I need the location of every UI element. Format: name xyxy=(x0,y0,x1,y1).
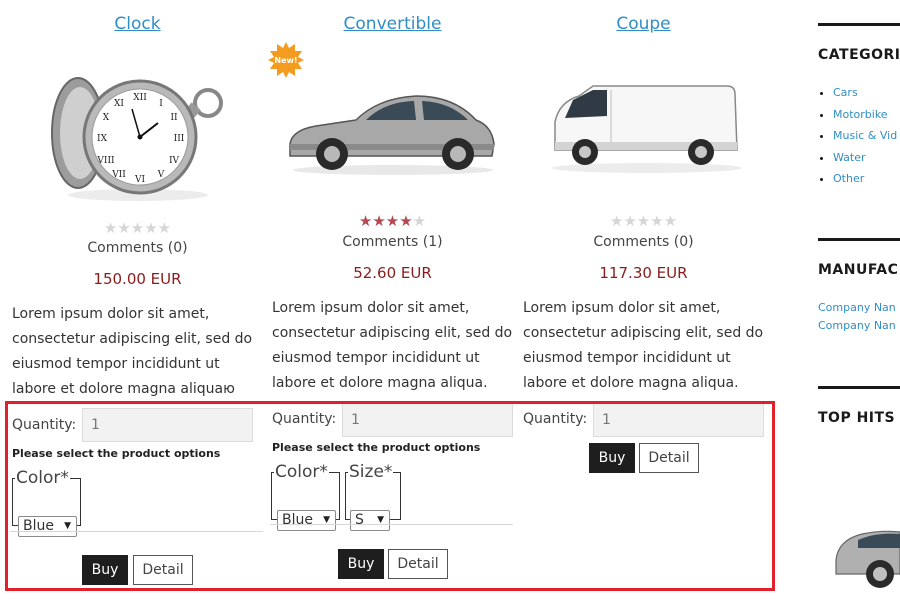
rating-stars: ★★★★★ xyxy=(270,212,515,230)
star-icon: ★ xyxy=(412,212,427,230)
svg-text:III: III xyxy=(174,134,185,144)
quantity-input[interactable] xyxy=(342,403,513,437)
divider xyxy=(10,531,263,532)
svg-text:I: I xyxy=(159,99,163,109)
divider xyxy=(818,386,900,389)
quantity-label: Quantity: xyxy=(12,417,77,433)
sidebar: CATEGORI Cars Motorbike Music & Vid Wate… xyxy=(818,0,900,600)
detail-button[interactable]: Detail xyxy=(388,549,448,579)
star-icon: ★ xyxy=(103,219,118,237)
category-link[interactable]: Other xyxy=(833,172,864,185)
buy-button[interactable]: Buy xyxy=(589,443,635,473)
product-title-link[interactable]: Coupe xyxy=(521,14,766,34)
dropdown-arrow-icon: ▼ xyxy=(377,515,384,525)
categories-list: Cars Motorbike Music & Vid Water Other xyxy=(818,82,897,190)
product-price: 117.30 EUR xyxy=(599,264,688,282)
comments-link[interactable]: Comments (0) xyxy=(521,234,766,250)
product-description: Lorem ipsum dolor sit amet, consectetur … xyxy=(272,300,513,391)
size-option-label: Size* xyxy=(349,462,393,482)
star-icon: ★ xyxy=(663,212,678,230)
color-option-label: Color* xyxy=(16,468,69,488)
star-icon: ★ xyxy=(144,219,158,237)
svg-text:VIII: VIII xyxy=(96,156,115,166)
comments-link[interactable]: Comments (1) xyxy=(270,234,515,250)
comments-link[interactable]: Comments (0) xyxy=(10,240,265,256)
detail-button[interactable]: Detail xyxy=(133,555,193,585)
rating-stars: ★★★★★ xyxy=(10,219,265,237)
list-item: Other xyxy=(833,168,897,190)
svg-text:X: X xyxy=(103,113,110,123)
star-icon: ★ xyxy=(609,212,624,230)
svg-text:XII: XII xyxy=(133,93,147,103)
svg-text:IX: IX xyxy=(97,134,108,144)
new-badge: New! xyxy=(268,42,304,78)
divider xyxy=(818,23,900,26)
svg-text:VII: VII xyxy=(111,170,126,180)
star-icon: ★ xyxy=(636,212,651,230)
top-hits-heading: TOP HITS I xyxy=(818,410,900,426)
quantity-label: Quantity: xyxy=(272,411,337,427)
color-option-group: Color* Blue ▼ xyxy=(12,468,81,537)
category-link[interactable]: Music & Vid xyxy=(833,129,897,142)
category-link[interactable]: Motorbike xyxy=(833,108,888,121)
color-option-label: Color* xyxy=(275,462,328,482)
size-select-value: S xyxy=(355,512,364,528)
size-select[interactable]: S ▼ xyxy=(350,510,390,531)
list-item: Motorbike xyxy=(833,104,897,126)
buy-button[interactable]: Buy xyxy=(82,555,128,585)
color-select[interactable]: Blue ▼ xyxy=(277,510,336,531)
options-note: Please select the product options xyxy=(272,441,481,454)
dropdown-arrow-icon: ▼ xyxy=(323,515,330,525)
list-item: Water xyxy=(833,147,897,169)
svg-text:V: V xyxy=(157,170,165,180)
quantity-input[interactable] xyxy=(82,408,253,442)
top-hit-car-image[interactable] xyxy=(818,510,900,590)
category-link[interactable]: Cars xyxy=(833,86,858,99)
product-description: Lorem ipsum dolor sit amet, consectetur … xyxy=(523,300,764,391)
product-title-link[interactable]: Convertible xyxy=(270,14,515,34)
color-select-value: Blue xyxy=(282,512,313,528)
star-icon: ★ xyxy=(130,219,145,237)
dropdown-arrow-icon: ▼ xyxy=(64,521,71,531)
rating-stars: ★★★★★ xyxy=(521,212,766,230)
divider xyxy=(270,524,513,525)
product-price: 150.00 EUR xyxy=(93,270,182,288)
star-icon: ★ xyxy=(650,212,664,230)
star-icon: ★ xyxy=(372,212,386,230)
star-icon: ★ xyxy=(623,212,637,230)
quantity-label: Quantity: xyxy=(523,411,588,427)
manufacturer-link[interactable]: Company Nan xyxy=(818,319,896,332)
product-title-link[interactable]: Clock xyxy=(10,14,265,34)
color-select[interactable]: Blue ▼ xyxy=(18,516,77,537)
svg-text:VI: VI xyxy=(134,175,145,185)
buy-button[interactable]: Buy xyxy=(338,549,384,579)
divider xyxy=(818,238,900,241)
svg-text:XI: XI xyxy=(114,99,124,109)
star-icon: ★ xyxy=(399,212,413,230)
star-icon: ★ xyxy=(358,212,373,230)
manufacturer-link[interactable]: Company Nan xyxy=(818,301,896,314)
options-note: Please select the product options xyxy=(12,447,221,460)
list-item: Music & Vid xyxy=(833,125,897,147)
category-link[interactable]: Water xyxy=(833,151,866,164)
white-van-image[interactable] xyxy=(549,80,745,176)
star-icon: ★ xyxy=(117,219,131,237)
color-option-group: Color* Blue ▼ xyxy=(271,462,340,531)
quantity-input[interactable] xyxy=(593,403,764,437)
product-price: 52.60 EUR xyxy=(353,264,432,282)
star-icon: ★ xyxy=(157,219,172,237)
svg-text:IV: IV xyxy=(169,156,180,166)
categories-heading: CATEGORI xyxy=(818,47,900,63)
new-badge-text: New! xyxy=(274,56,297,65)
star-icon: ★ xyxy=(385,212,400,230)
pocket-watch-image[interactable]: XII III VI IX I II IV V VII VIII X XI xyxy=(40,65,230,205)
list-item: Cars xyxy=(833,82,897,104)
product-description: Lorem ipsum dolor sit amet, consectetur … xyxy=(12,306,253,397)
silver-hatchback-car-image[interactable] xyxy=(286,86,500,176)
svg-text:II: II xyxy=(170,113,178,123)
size-option-group: Size* S ▼ xyxy=(345,462,401,531)
manufacturers-heading: MANUFAC xyxy=(818,262,899,278)
detail-button[interactable]: Detail xyxy=(639,443,699,473)
